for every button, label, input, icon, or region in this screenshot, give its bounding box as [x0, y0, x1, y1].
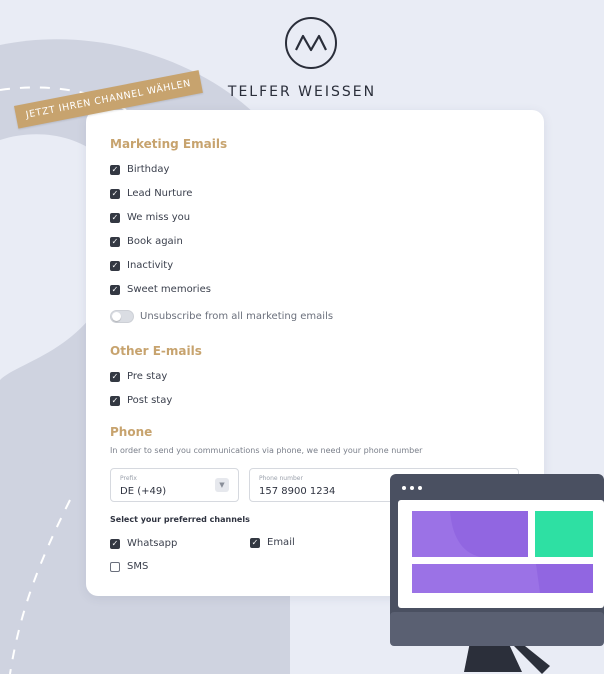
- checkbox-icon[interactable]: [110, 538, 120, 549]
- prefix-value: DE (+49): [120, 486, 167, 497]
- checkbox-pre-stay[interactable]: Pre stay: [110, 371, 167, 382]
- checkbox-icon[interactable]: [110, 164, 120, 175]
- checkbox-whatsapp[interactable]: Whatsapp: [110, 538, 177, 549]
- checkbox-icon[interactable]: [110, 260, 120, 271]
- checkbox-birthday[interactable]: Birthday: [110, 164, 169, 175]
- marketing-emails-title: Marketing Emails: [110, 137, 228, 151]
- checkbox-inactivity[interactable]: Inactivity: [110, 260, 173, 271]
- checkbox-label: Sweet memories: [127, 284, 211, 295]
- unsubscribe-label: Unsubscribe from all marketing emails: [140, 311, 334, 322]
- preferred-channels-label: Select your preferred channels: [110, 515, 250, 524]
- checkbox-email[interactable]: Email: [250, 537, 295, 548]
- checkbox-label: Post stay: [127, 395, 173, 406]
- checkbox-label: Inactivity: [127, 260, 174, 271]
- phone-number-value: 157 8900 1234: [259, 486, 336, 497]
- checkbox-icon[interactable]: [110, 371, 120, 382]
- chevron-down-icon[interactable]: ▼: [215, 478, 229, 492]
- prefix-select[interactable]: Prefix DE (+49) ▼: [110, 468, 239, 502]
- checkbox-label: SMS: [127, 561, 149, 572]
- checkbox-sweet-memories[interactable]: Sweet memories: [110, 284, 211, 295]
- checkbox-icon[interactable]: [250, 537, 260, 548]
- phone-number-label: Phone number: [259, 475, 303, 482]
- checkbox-lead-nurture[interactable]: Lead Nurture: [110, 188, 192, 199]
- checkbox-label: Whatsapp: [127, 538, 178, 549]
- checkbox-icon[interactable]: [110, 212, 120, 223]
- checkbox-icon[interactable]: [110, 188, 120, 199]
- checkbox-icon[interactable]: [110, 236, 120, 247]
- checkbox-sms[interactable]: SMS: [110, 561, 148, 572]
- mountain-logo-icon: [285, 17, 337, 69]
- checkbox-icon[interactable]: [110, 395, 120, 406]
- checkbox-book-again[interactable]: Book again: [110, 236, 183, 247]
- checkbox-label: Book again: [127, 236, 183, 247]
- unsubscribe-toggle[interactable]: [110, 310, 134, 323]
- checkbox-icon[interactable]: [110, 284, 120, 295]
- prefix-label: Prefix: [120, 475, 137, 482]
- checkbox-we-miss-you[interactable]: We miss you: [110, 212, 190, 223]
- checkbox-post-stay[interactable]: Post stay: [110, 395, 172, 406]
- checkbox-label: Email: [267, 537, 295, 548]
- checkbox-label: Birthday: [127, 164, 170, 175]
- other-emails-title: Other E-mails: [110, 344, 202, 358]
- monitor-illustration: [390, 474, 604, 674]
- phone-helper-text: In order to send you communications via …: [110, 446, 423, 455]
- checkbox-label: Pre stay: [127, 371, 168, 382]
- phone-title: Phone: [110, 425, 153, 439]
- unsubscribe-toggle-row[interactable]: Unsubscribe from all marketing emails: [110, 310, 333, 323]
- checkbox-label: We miss you: [127, 212, 191, 223]
- checkbox-label: Lead Nurture: [127, 188, 193, 199]
- checkbox-icon[interactable]: [110, 561, 120, 572]
